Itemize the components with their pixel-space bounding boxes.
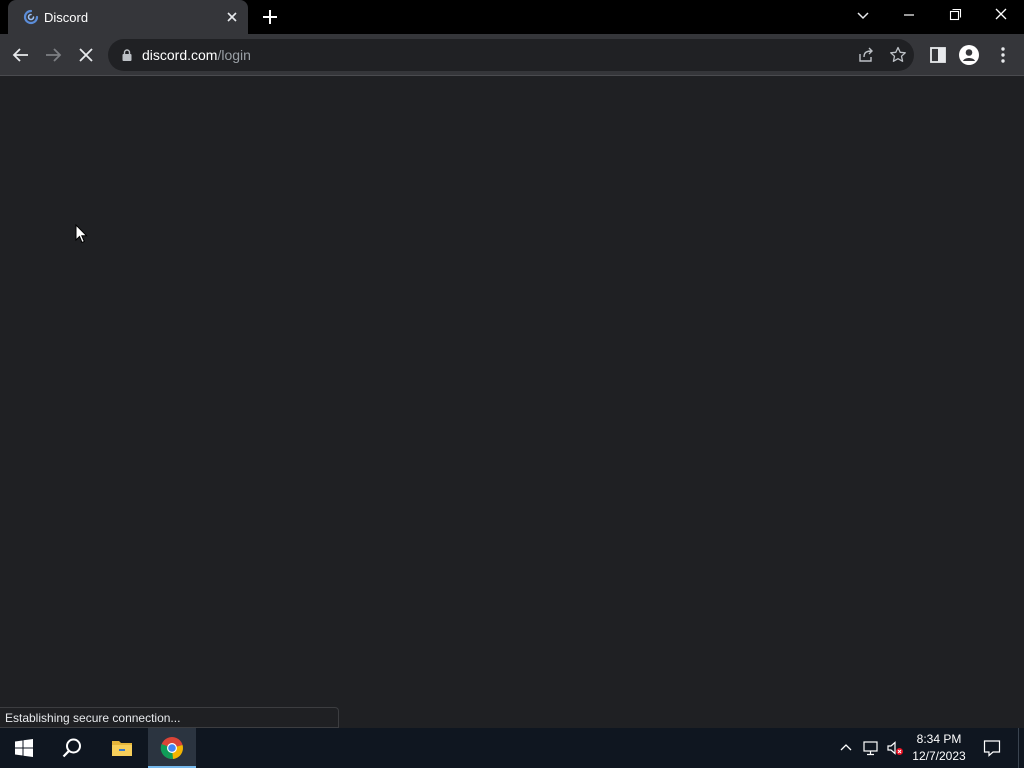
status-bubble: Establishing secure connection...	[0, 707, 339, 728]
address-bar[interactable]: discord.com/login	[108, 39, 914, 71]
url-text[interactable]: discord.com/login	[142, 47, 251, 63]
tab-close-icon[interactable]	[223, 8, 241, 26]
clock-date: 12/7/2023	[912, 749, 966, 763]
forward-arrow-icon[interactable]	[42, 44, 64, 66]
kebab-menu-icon[interactable]	[992, 44, 1014, 66]
share-icon[interactable]	[856, 45, 876, 65]
tray-chevron-icon[interactable]	[838, 740, 854, 756]
tab-search-chevron-icon[interactable]	[852, 5, 874, 27]
taskbar-chrome[interactable]	[148, 728, 196, 768]
volume-muted-icon[interactable]	[886, 739, 904, 757]
clock-time: 8:34 PM	[916, 732, 962, 746]
taskbar-search-button[interactable]	[48, 728, 96, 768]
new-tab-plus-icon[interactable]	[258, 5, 282, 29]
url-host: discord.com	[142, 47, 218, 63]
lock-icon[interactable]	[120, 48, 134, 62]
windows-taskbar: 8:34 PM 12/7/2023	[0, 728, 1024, 768]
restore-icon[interactable]	[942, 4, 968, 26]
page-content	[0, 77, 1024, 728]
taskbar-clock[interactable]: 8:34 PM 12/7/2023	[906, 731, 972, 765]
minimize-icon[interactable]	[896, 4, 922, 26]
back-arrow-icon[interactable]	[10, 44, 32, 66]
star-icon[interactable]	[888, 45, 908, 65]
side-panel-icon[interactable]	[927, 44, 949, 66]
show-desktop-button[interactable]	[1018, 728, 1024, 768]
url-path: /login	[217, 47, 251, 63]
tab-title: Discord	[44, 10, 89, 25]
close-window-icon[interactable]	[988, 4, 1014, 26]
mouse-cursor-icon	[75, 224, 89, 244]
discord-favicon-icon	[22, 8, 40, 26]
browser-toolbar: discord.com/login	[0, 34, 1024, 76]
stop-loading-icon[interactable]	[75, 44, 97, 66]
taskbar-file-explorer[interactable]	[98, 728, 146, 768]
tab-strip: Discord	[0, 0, 1024, 34]
network-icon[interactable]	[862, 739, 880, 757]
tab-discord[interactable]: Discord	[8, 0, 248, 34]
profile-icon[interactable]	[958, 44, 980, 66]
start-button[interactable]	[0, 728, 48, 768]
notification-icon[interactable]	[982, 738, 1002, 758]
